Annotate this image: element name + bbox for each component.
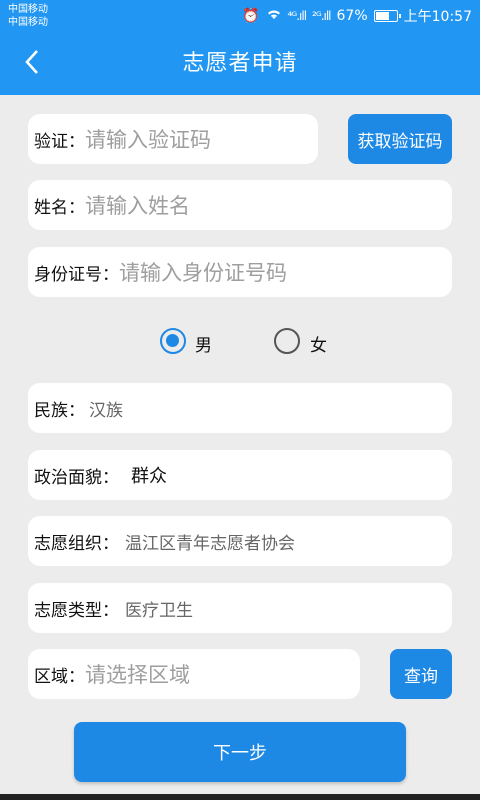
female-radio[interactable] [274,328,300,354]
verify-code-field[interactable]: 验证： 请输入验证码 [28,114,318,164]
male-label[interactable]: 男 [195,331,212,356]
id-number-input[interactable]: 请输入身份证号码 [119,257,287,287]
volunteer-type-label: 志愿类型： [34,600,119,621]
region-select[interactable]: 请选择区域 [85,659,190,689]
back-arrow-icon[interactable] [18,49,46,79]
title-bar: 志愿者申请 [0,33,480,95]
signal-icon-2: ²ᴳ.ıll [312,9,332,23]
clock: 上午10:57 [403,9,472,25]
female-label[interactable]: 女 [310,331,327,356]
carrier-info: 中国移动 中国移动 [8,3,48,29]
page-title: 志愿者申请 [182,51,298,76]
next-step-button[interactable]: 下一步 [74,722,406,782]
carrier-1: 中国移动 [8,4,48,15]
political-status-field[interactable]: 政治面貌： 群众 [28,450,452,500]
carrier-2: 中国移动 [8,17,48,28]
wifi-icon [266,8,282,24]
query-button[interactable]: 查询 [390,649,452,699]
region-field[interactable]: 区域： 请选择区域 [28,649,360,699]
signal-icon-1: ⁴ᴳ.ıll [287,9,308,23]
ethnicity-label: 民族： [34,400,85,421]
name-input[interactable]: 请输入姓名 [85,190,190,220]
region-label: 区域： [34,666,85,687]
gender-radio-group: 男 女 [0,322,480,360]
get-verify-code-button[interactable]: 获取验证码 [348,114,452,164]
organization-value[interactable]: 温江区青年志愿者协会 [125,529,295,554]
alarm-icon: ⏰ [242,8,260,24]
battery-icon [373,10,401,22]
battery-percent: 67% [336,8,368,24]
volunteer-type-field[interactable]: 志愿类型： 医疗卫生 [28,583,452,633]
political-status-value[interactable]: 群众 [131,462,167,488]
verify-code-label: 验证： [34,131,85,152]
political-status-label: 政治面貌： [34,467,119,488]
verify-code-input[interactable]: 请输入验证码 [85,124,211,154]
male-radio[interactable] [160,328,186,354]
ethnicity-value[interactable]: 汉族 [89,396,123,421]
status-bar: 中国移动 中国移动 ⏰ ⁴ᴳ.ıll ²ᴳ.ıll 67% 上午10:57 [0,0,480,33]
organization-field[interactable]: 志愿组织： 温江区青年志愿者协会 [28,516,452,566]
volunteer-type-value[interactable]: 医疗卫生 [125,596,193,621]
name-field[interactable]: 姓名： 请输入姓名 [28,180,452,230]
id-number-label: 身份证号： [34,264,119,285]
status-icons: ⏰ ⁴ᴳ.ıll ²ᴳ.ıll 67% 上午10:57 [242,6,472,26]
bottom-edge [0,794,480,800]
name-label: 姓名： [34,197,85,218]
ethnicity-field[interactable]: 民族： 汉族 [28,383,452,433]
organization-label: 志愿组织： [34,533,119,554]
id-number-field[interactable]: 身份证号： 请输入身份证号码 [28,247,452,297]
